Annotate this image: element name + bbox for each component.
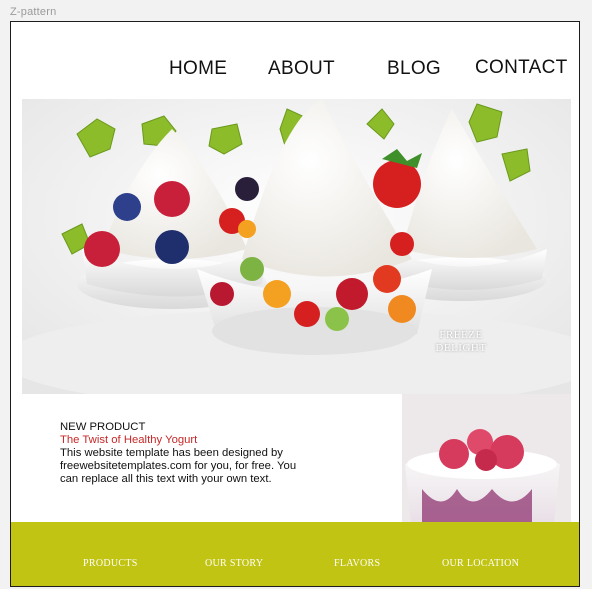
hero-caption-line2: DELIGHT	[435, 342, 487, 354]
product-section: NEW PRODUCT The Twist of Healthy Yogurt …	[60, 421, 300, 486]
nav-blog-link[interactable]: BLOG	[387, 58, 441, 80]
footer-bar: PRODUCTS OUR STORY FLAVORS OUR LOCATION	[11, 522, 579, 586]
footer-products-link[interactable]: PRODUCTS	[83, 558, 138, 569]
raspberry-yogurt-illustration	[402, 394, 571, 522]
page-frame: HOME ABOUT BLOG CONTACT FREEZE DELIGHT N…	[10, 21, 580, 587]
product-image	[402, 394, 571, 522]
top-nav: HOME ABOUT BLOG CONTACT	[11, 22, 579, 97]
product-description: This website template has been designed …	[60, 447, 297, 485]
nav-contact-link[interactable]: CONTACT	[475, 57, 568, 79]
hero-banner: FREEZE DELIGHT	[22, 99, 571, 394]
footer-our-location-link[interactable]: OUR LOCATION	[442, 558, 519, 569]
hero-caption: FREEZE DELIGHT	[431, 329, 491, 355]
product-subtitle: The Twist of Healthy Yogurt	[60, 434, 198, 446]
nav-about-link[interactable]: ABOUT	[268, 58, 335, 80]
footer-our-story-link[interactable]: OUR STORY	[205, 558, 263, 569]
footer-flavors-link[interactable]: FLAVORS	[334, 558, 380, 569]
hero-caption-line1: FREEZE	[439, 329, 483, 341]
nav-home-link[interactable]: HOME	[169, 58, 227, 80]
product-heading: NEW PRODUCT	[60, 421, 146, 433]
canvas-label: Z-pattern	[10, 6, 57, 18]
